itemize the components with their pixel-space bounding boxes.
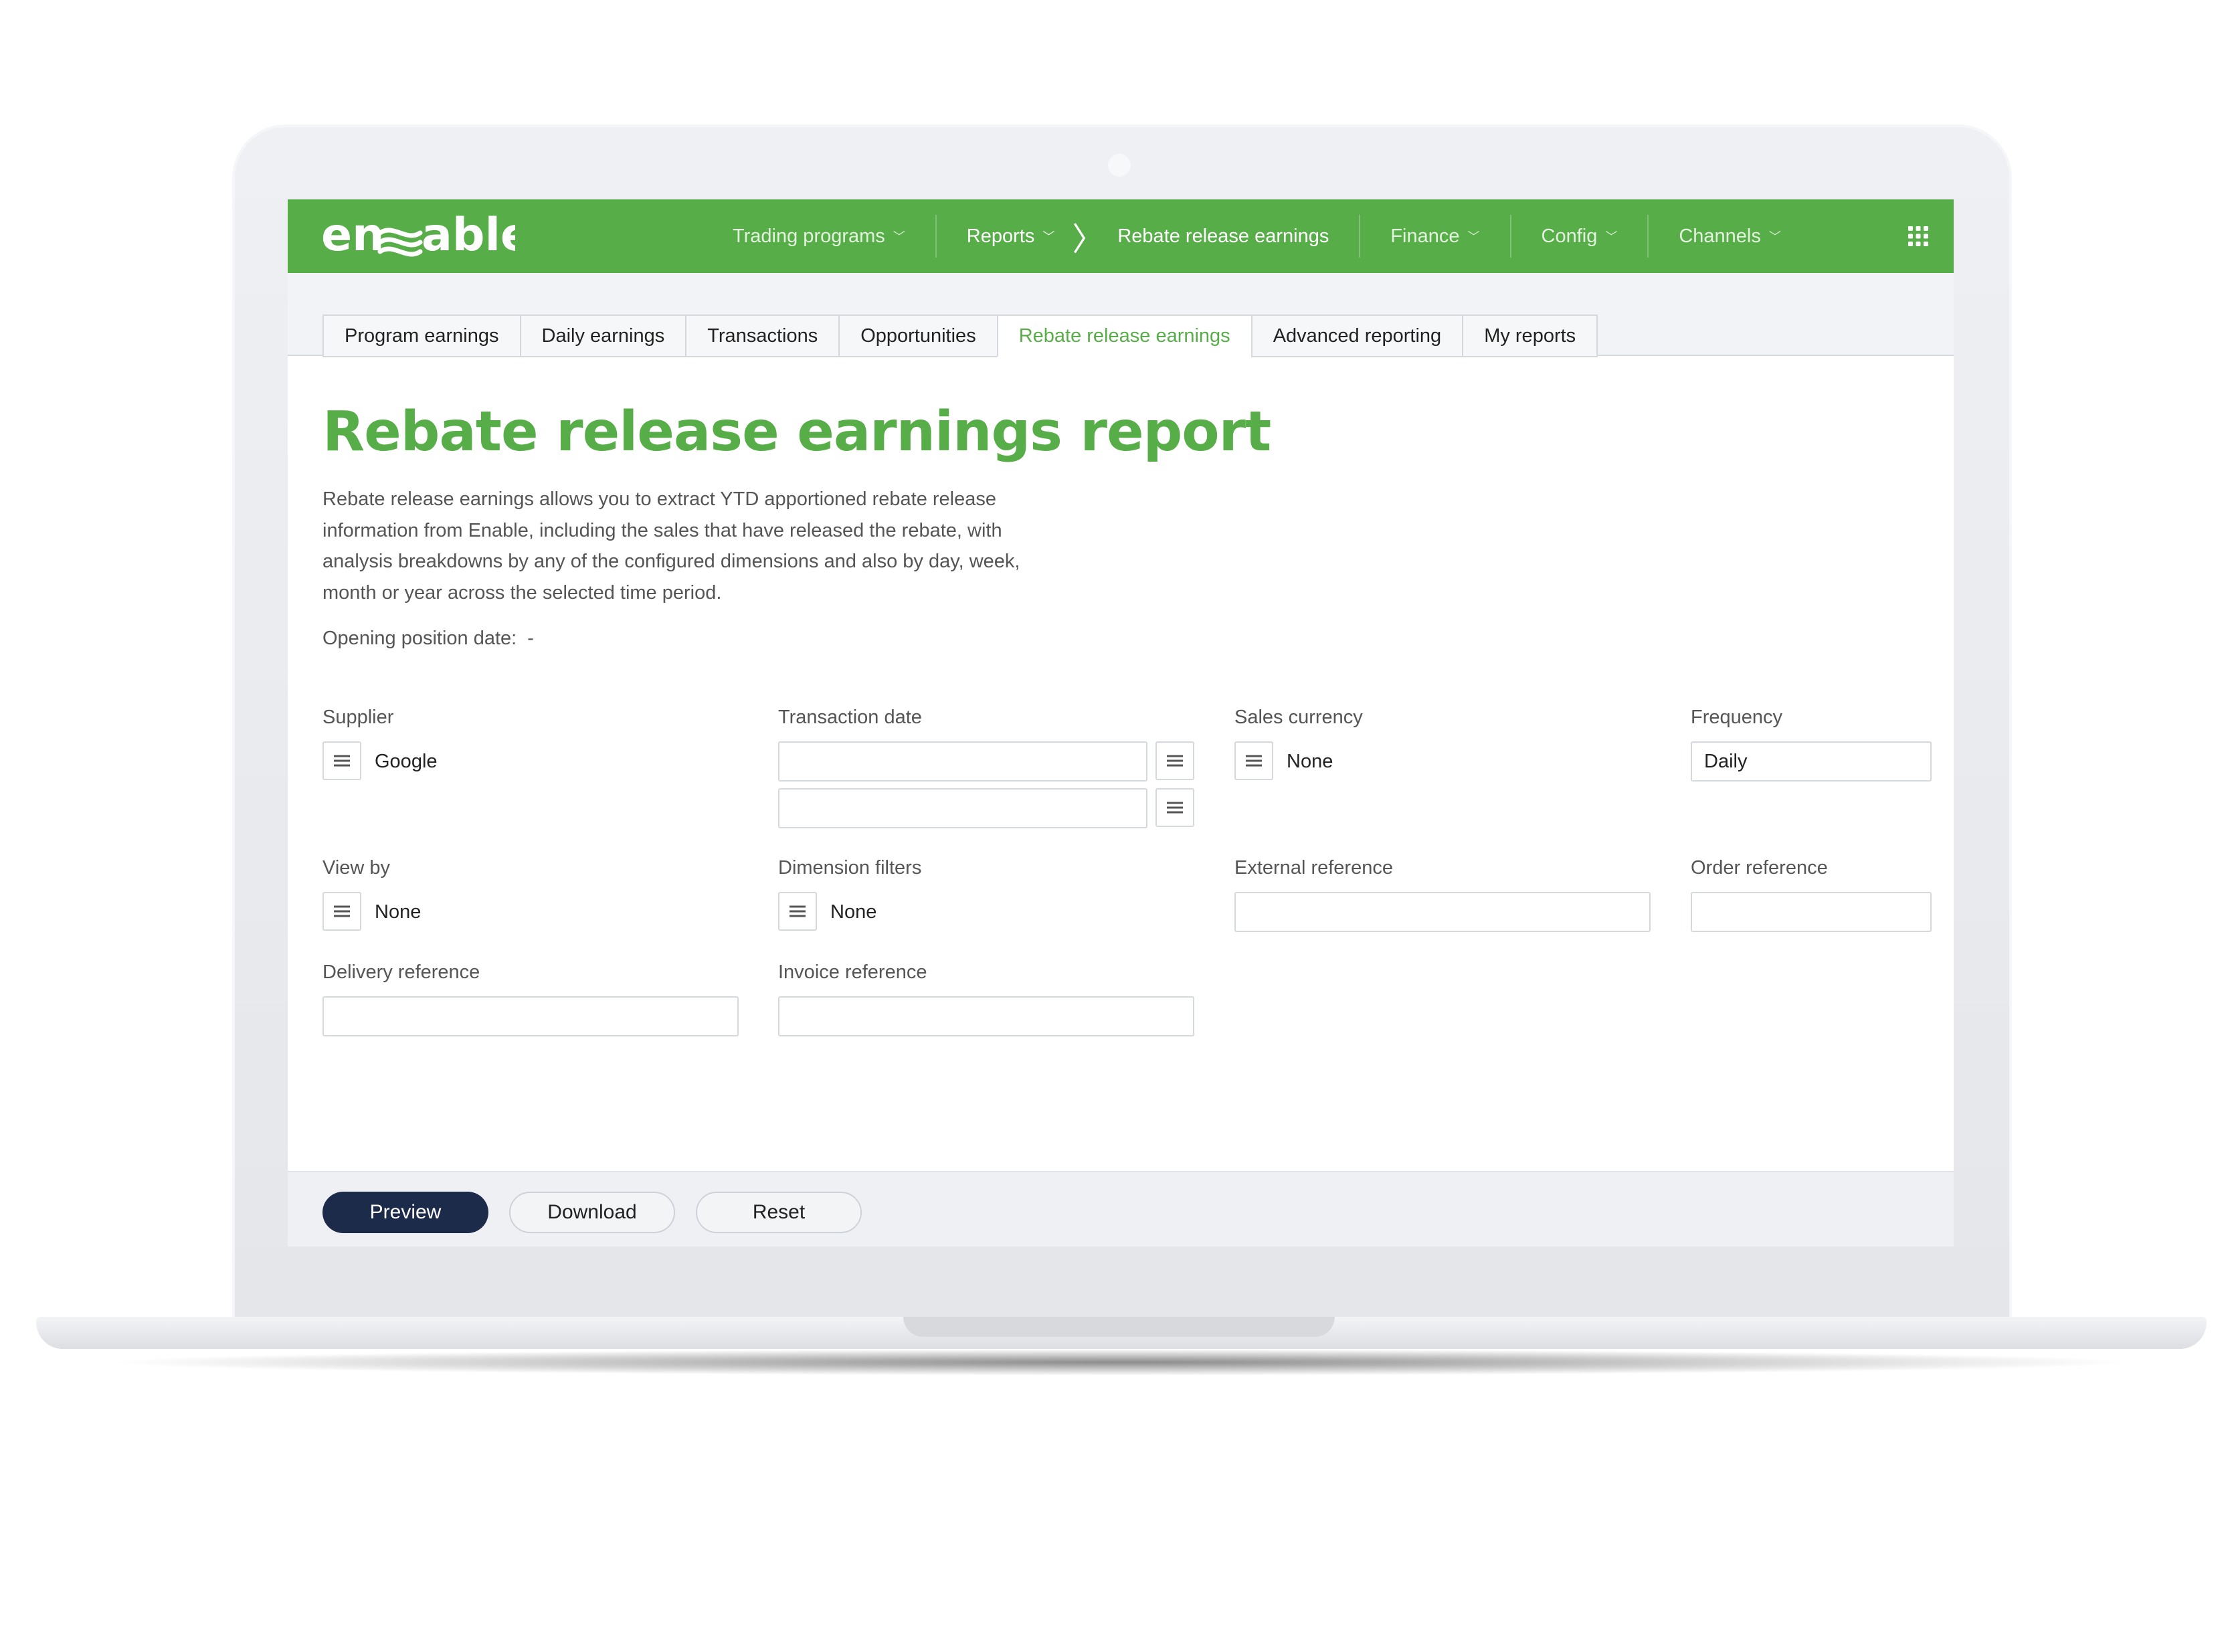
- preview-button[interactable]: Preview: [322, 1192, 488, 1233]
- view-by-label: View by: [322, 857, 391, 879]
- page-description: Rebate release earnings allows you to ex…: [322, 488, 1020, 604]
- laptop-notch: [903, 1317, 1335, 1337]
- breadcrumb-separator-icon: 〉: [1072, 222, 1105, 258]
- order-reference-label: Order reference: [1691, 857, 1828, 879]
- sales-currency-value: None: [1287, 751, 1333, 772]
- nav-channels[interactable]: Channels ﹀: [1649, 215, 1794, 258]
- logo-icon: en able: [321, 213, 515, 260]
- grid-icon[interactable]: [1907, 225, 1930, 248]
- tab-my-reports[interactable]: My reports: [1462, 314, 1598, 357]
- tab-opportunities[interactable]: Opportunities: [838, 314, 997, 357]
- nav-label: Config: [1541, 225, 1598, 247]
- list-icon: [334, 905, 350, 917]
- nav-label: Trading programs: [733, 225, 885, 247]
- list-icon: [1246, 755, 1262, 767]
- frequency-label: Frequency: [1691, 707, 1783, 728]
- nav-config[interactable]: Config ﹀: [1511, 215, 1649, 258]
- tab-program-earnings[interactable]: Program earnings: [322, 314, 520, 357]
- sales-currency-picker-button[interactable]: [1234, 741, 1273, 780]
- laptop-shadow: [100, 1349, 2141, 1376]
- nav-label: Channels: [1679, 225, 1761, 247]
- chevron-down-icon: ﹀: [1042, 230, 1055, 244]
- dimension-filters-label: Dimension filters: [778, 857, 922, 879]
- sales-currency-label: Sales currency: [1234, 707, 1363, 728]
- view-by-value: None: [375, 901, 422, 923]
- tab-transactions[interactable]: Transactions: [685, 314, 839, 357]
- dimension-filters-value: None: [830, 901, 877, 923]
- tab-rebate-release-earnings[interactable]: Rebate release earnings: [996, 314, 1251, 357]
- main-menu: Trading programs ﹀ Reports ﹀ 〉 Rebate re…: [703, 199, 1794, 273]
- tab-daily-earnings[interactable]: Daily earnings: [519, 314, 686, 357]
- supplier-label: Supplier: [322, 707, 394, 728]
- svg-text:able: able: [422, 213, 515, 260]
- page-title: Rebate release earnings report: [322, 400, 1271, 464]
- transaction-date-to-picker-button[interactable]: [1155, 788, 1194, 827]
- svg-text:en: en: [321, 213, 385, 260]
- invoice-reference-input[interactable]: [778, 996, 1194, 1036]
- opening-position: Opening position date: -: [322, 628, 534, 650]
- nav-finance[interactable]: Finance ﹀: [1360, 215, 1511, 258]
- chevron-down-icon: ﹀: [893, 230, 905, 244]
- supplier-picker-button[interactable]: [322, 741, 361, 780]
- screen: en able Trading programs ﹀ Reports ﹀ 〉 R…: [288, 199, 1954, 1247]
- camera-dot: [1108, 154, 1131, 177]
- tab-advanced-reporting[interactable]: Advanced reporting: [1250, 314, 1463, 357]
- chevron-down-icon: ﹀: [1768, 230, 1781, 244]
- view-by-picker-button[interactable]: [322, 892, 361, 931]
- nav-label: Finance: [1390, 225, 1460, 247]
- transaction-date-label: Transaction date: [778, 707, 922, 728]
- nav-trading-programs[interactable]: Trading programs ﹀: [703, 215, 937, 258]
- supplier-value: Google: [375, 751, 438, 772]
- transaction-date-from-picker-button[interactable]: [1155, 741, 1194, 780]
- external-reference-input[interactable]: [1234, 892, 1651, 932]
- list-icon: [334, 755, 350, 767]
- chevron-down-icon: ﹀: [1467, 230, 1480, 244]
- opening-position-label: Opening position date:: [322, 628, 517, 649]
- frequency-select[interactable]: Daily: [1691, 741, 1932, 782]
- enable-logo[interactable]: en able: [321, 207, 515, 265]
- chevron-down-icon: ﹀: [1605, 230, 1618, 244]
- nav-label: Rebate release earnings: [1117, 225, 1329, 247]
- delivery-reference-label: Delivery reference: [322, 961, 480, 983]
- list-icon: [1167, 755, 1183, 767]
- order-reference-input[interactable]: [1691, 892, 1932, 932]
- report-tabs: Program earnings Daily earnings Transact…: [322, 314, 1598, 357]
- external-reference-label: External reference: [1234, 857, 1393, 879]
- list-icon: [789, 905, 806, 917]
- top-navigation: en able Trading programs ﹀ Reports ﹀ 〉 R…: [288, 199, 1954, 273]
- nav-reports[interactable]: Reports ﹀: [937, 215, 1068, 258]
- reset-button[interactable]: Reset: [696, 1192, 862, 1233]
- dimension-filters-picker-button[interactable]: [778, 892, 817, 931]
- download-button[interactable]: Download: [509, 1192, 675, 1233]
- delivery-reference-input[interactable]: [322, 996, 739, 1036]
- transaction-date-from-input[interactable]: [778, 741, 1147, 782]
- list-icon: [1167, 802, 1183, 814]
- invoice-reference-label: Invoice reference: [778, 961, 927, 983]
- breadcrumb-current[interactable]: Rebate release earnings: [1108, 215, 1361, 258]
- opening-position-value: -: [527, 628, 534, 649]
- nav-label: Reports: [966, 225, 1035, 247]
- transaction-date-to-input[interactable]: [778, 788, 1147, 828]
